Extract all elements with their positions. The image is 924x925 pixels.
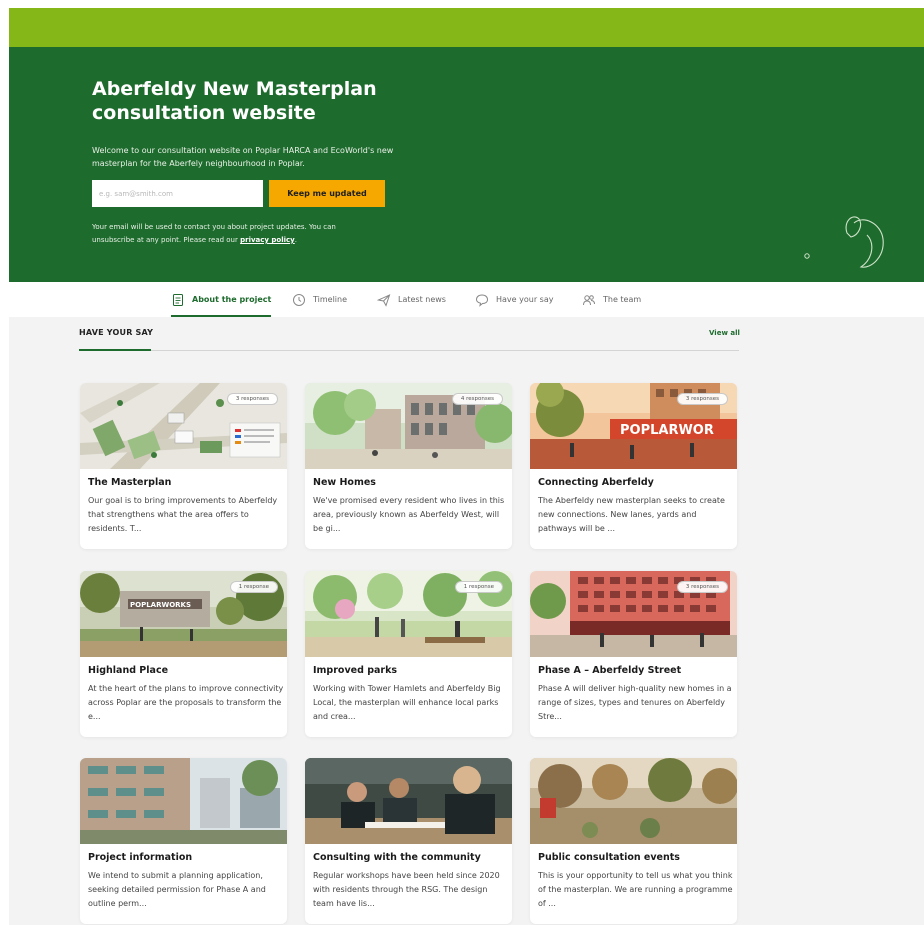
card-title: Improved parks (313, 665, 398, 676)
email-field[interactable] (92, 180, 263, 207)
decorative-leaf-icon (799, 207, 899, 286)
tab-about-the-project[interactable]: About the project (171, 282, 272, 317)
card-description: The Aberfeldy new masterplan seeks to cr… (538, 496, 725, 533)
card-phase-a-aberfeldy-street[interactable]: 3 responses Phase A – Aberfeldy Street P… (530, 571, 737, 737)
hero-banner: Aberfeldy New Masterplan consultation we… (9, 47, 924, 282)
responses-badge: 3 responses (226, 393, 278, 405)
card-description: Our goal is to bring improvements to Abe… (88, 496, 278, 533)
tab-label: The team (603, 295, 642, 304)
page-title: Aberfeldy New Masterplan consultation we… (92, 78, 377, 124)
card-title: Consulting with the community (313, 852, 481, 863)
keep-me-updated-button[interactable]: Keep me updated (269, 180, 385, 207)
section-nav: About the project Timeline Latest news H… (9, 282, 924, 317)
responses-badge: 3 responses (676, 393, 728, 405)
chat-bubble-icon (475, 293, 489, 307)
section-heading: HAVE YOUR SAY (79, 328, 154, 337)
responses-badge: 4 responses (451, 393, 503, 405)
tab-timeline[interactable]: Timeline (292, 282, 347, 317)
section-divider (79, 350, 739, 351)
card-connecting-aberfeldy[interactable]: POPLARWOR 3 responses Connecting Aberfel… (530, 383, 737, 549)
hero-note-end: . (294, 236, 297, 244)
document-icon (171, 293, 185, 307)
responses-badge: 3 responses (676, 581, 728, 593)
view-all-link[interactable]: View all (709, 329, 740, 337)
card-title: The Masterplan (88, 477, 172, 488)
tab-label: About the project (192, 295, 272, 304)
card-title: Connecting Aberfeldy (538, 477, 654, 488)
privacy-policy-link[interactable]: privacy policy (240, 236, 295, 244)
card-description: At the heart of the plans to improve con… (88, 684, 284, 721)
responses-badge: 1 response (454, 581, 503, 593)
tab-label: Have your say (496, 295, 554, 304)
card-description: We've promised every resident who lives … (313, 496, 505, 533)
tab-the-team[interactable]: The team (582, 282, 641, 317)
card-project-information[interactable]: Project information We intend to submit … (80, 758, 287, 924)
card-new-homes[interactable]: 4 responses New Homes We've promised eve… (305, 383, 512, 549)
section-divider-highlight (79, 349, 151, 351)
top-accent-bar (9, 8, 924, 47)
tab-latest-news[interactable]: Latest news (376, 282, 446, 317)
tab-have-your-say[interactable]: Have your say (475, 282, 553, 317)
card-title: Highland Place (88, 665, 169, 676)
card-description: Phase A will deliver high-quality new ho… (538, 684, 732, 721)
tab-label: Latest news (398, 295, 446, 304)
card-image (530, 758, 737, 844)
card-title: New Homes (313, 477, 376, 488)
people-icon (582, 293, 596, 307)
clock-icon (292, 293, 306, 307)
hero-note-text: Your email will be used to contact you a… (92, 223, 336, 244)
card-public-consultation-events[interactable]: Public consultation events This is your … (530, 758, 737, 924)
card-image (305, 758, 512, 844)
tab-label: Timeline (313, 295, 348, 304)
card-title: Project information (88, 852, 193, 863)
card-improved-parks[interactable]: 1 response Improved parks Working with T… (305, 571, 512, 737)
card-image (80, 758, 287, 844)
responses-badge: 1 response (229, 581, 278, 593)
hero-intro-text: Welcome to our consultation website on P… (92, 146, 394, 168)
card-title: Phase A – Aberfeldy Street (538, 665, 682, 676)
page: Aberfeldy New Masterplan consultation we… (9, 8, 924, 925)
card-title: Public consultation events (538, 852, 680, 863)
card-the-masterplan[interactable]: 3 responses The Masterplan Our goal is t… (80, 383, 287, 549)
card-description: Working with Tower Hamlets and Aberfeldy… (313, 684, 501, 721)
card-description: Regular workshops have been held since 2… (313, 871, 500, 908)
card-description: We intend to submit a planning applicati… (88, 871, 266, 908)
poplar-sign-text: POPLARWORKS (130, 601, 191, 609)
card-consulting-with-the-community[interactable]: Consulting with the community Regular wo… (305, 758, 512, 924)
card-highland-place[interactable]: POPLARWORKS 1 response Highland Place At… (80, 571, 287, 737)
poplar-sign-text: POPLARWOR (620, 423, 714, 438)
hero-email-note: Your email will be used to contact you a… (92, 221, 362, 247)
card-description: This is your opportunity to tell us what… (538, 871, 733, 908)
paper-plane-icon (376, 293, 391, 307)
